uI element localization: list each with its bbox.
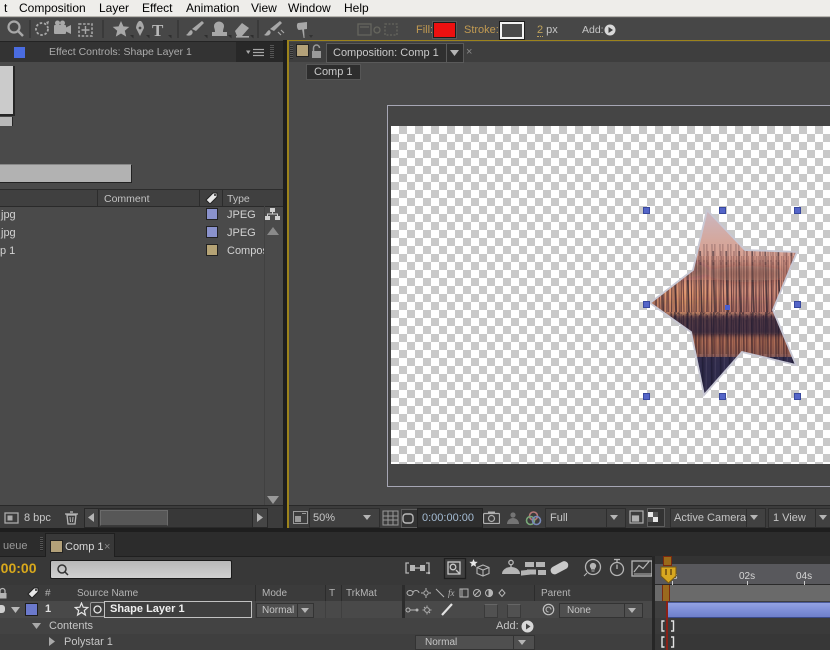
svg-text:T: T (152, 21, 164, 40)
svg-text:fx: fx (448, 588, 455, 598)
